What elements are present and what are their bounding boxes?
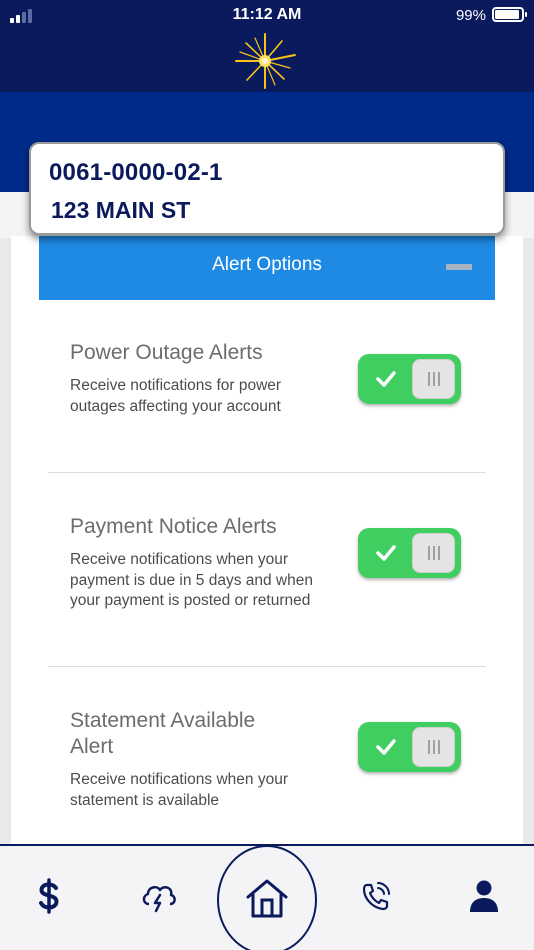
alert-description: Receive notifications for power outages … bbox=[70, 377, 282, 415]
toggle-knob bbox=[412, 727, 455, 767]
alert-title: Statement Available Alert bbox=[70, 709, 256, 758]
grip-icon bbox=[428, 740, 440, 754]
divider bbox=[48, 472, 486, 473]
power-outage-toggle[interactable] bbox=[358, 354, 461, 404]
alert-options-header[interactable]: Alert Options bbox=[39, 236, 495, 300]
statement-available-toggle[interactable] bbox=[358, 722, 461, 772]
grip-icon bbox=[428, 546, 440, 560]
logo-star-icon bbox=[235, 33, 296, 89]
alert-title: Power Outage Alerts bbox=[70, 341, 263, 364]
alert-description: Receive notifications when your statemen… bbox=[70, 771, 288, 809]
check-icon bbox=[376, 371, 396, 387]
alert-description: Receive notifications when your payment … bbox=[70, 551, 313, 609]
toggle-knob bbox=[412, 533, 455, 573]
phone-icon[interactable] bbox=[356, 876, 396, 916]
account-address: 123 MAIN ST bbox=[51, 197, 191, 223]
battery-icon bbox=[492, 7, 527, 22]
account-number: 0061-0000-02-1 bbox=[49, 159, 223, 186]
home-icon[interactable] bbox=[245, 876, 289, 920]
payment-notice-toggle[interactable] bbox=[358, 528, 461, 578]
collapse-icon[interactable] bbox=[446, 264, 472, 270]
person-icon[interactable] bbox=[464, 876, 504, 916]
status-bar: 11:12 AM 99% bbox=[0, 0, 534, 30]
alert-title: Payment Notice Alerts bbox=[70, 515, 277, 538]
status-time: 11:12 AM bbox=[232, 6, 302, 23]
divider bbox=[48, 666, 486, 667]
check-icon bbox=[376, 545, 396, 561]
grip-icon bbox=[428, 372, 440, 386]
storm-icon[interactable] bbox=[139, 876, 179, 916]
account-card[interactable]: 0061-0000-02-1 123 MAIN ST bbox=[29, 142, 505, 235]
check-icon bbox=[376, 739, 396, 755]
section-title: Alert Options bbox=[212, 254, 322, 275]
battery-percent: 99% bbox=[455, 7, 486, 24]
dollar-icon[interactable] bbox=[29, 876, 69, 916]
toggle-knob bbox=[412, 359, 455, 399]
